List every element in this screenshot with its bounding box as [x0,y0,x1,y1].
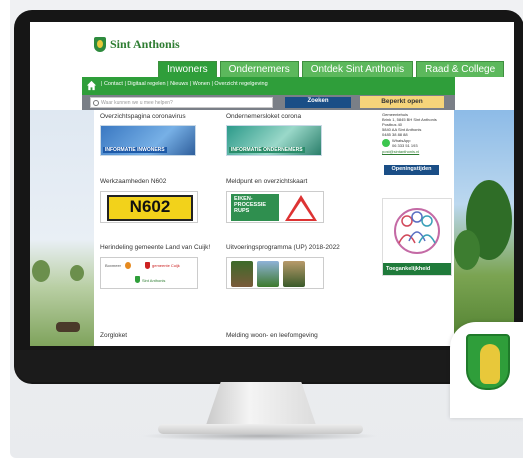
card-title: Melding woon- en leefomgeving [226,332,318,339]
sint-anthonis-shield-icon [135,276,140,283]
search-icon [93,100,99,106]
beperkt-open-button[interactable]: Beperkt open [360,96,444,108]
screen: Sint Anthonis Inwoners Ondernemers Ontde… [30,22,514,346]
tree-icon [70,265,84,281]
monitor-base [158,424,363,434]
warning-triangle-inner [289,201,313,219]
search-placeholder: Waar kunnen we u mee helpen? [101,100,173,106]
search-bar: Waar kunnen we u mee helpen? Zoeken Bepe… [82,95,455,110]
card-herindeling[interactable]: Herindeling gemeente Land van Cuijk! Box… [100,244,218,289]
card-uitvoeringsprogramma[interactable]: Uitvoeringsprogramma (UP) 2018-2022 [226,244,344,289]
tab-raad-college[interactable]: Raad & College [416,61,505,77]
whatsapp-row[interactable]: WhatsApp 06 333 51 193 [382,138,450,148]
card-coronavirus[interactable]: Overzichtspagina coronavirus INFORMATIE … [100,113,218,156]
programme-icon [231,261,253,287]
eikenprocessierups-image[interactable]: EIKEN- PROCESSIE RUPS [226,191,324,223]
shield-logo-icon [94,37,106,52]
card-melding[interactable]: Melding woon- en leefomgeving [226,332,344,340]
n602-image[interactable]: N602 [100,191,198,223]
tree-icon [32,260,50,282]
card-n602[interactable]: Werkzaamheden N602 N602 [100,178,218,223]
toegankelijkheid-label: Toegankelijkheid [383,263,451,275]
home-icon[interactable] [86,80,97,91]
tab-ontdek[interactable]: Ontdek Sint Anthonis [301,61,414,77]
boxmeer-mark-icon [125,262,131,269]
card-title: Overzichtspagina coronavirus [100,113,186,120]
tab-inwoners[interactable]: Inwoners [158,61,217,77]
tab-ondernemers[interactable]: Ondernemers [219,61,299,77]
coat-of-arms-badge [450,322,523,418]
banner-ondernemers[interactable]: INFORMATIE ONDERNEMERS [226,125,322,156]
cuijk-shield-icon [145,262,150,269]
card-ondernemersloket[interactable]: Ondernemersloket corona INFORMATIE ONDER… [226,113,344,156]
openingstijden-button[interactable]: Openingstijden [384,165,439,175]
sidebar: Gemeentehuis Brink 1, 5845 BH Sint Antho… [380,110,454,346]
programme-icon [257,261,279,287]
tree-icon [454,230,480,270]
coat-of-arms-icon [466,334,510,390]
card-title: Uitvoeringsprogramma (UP) 2018-2022 [226,244,340,251]
programme-icon [283,261,305,287]
card-title: Herindeling gemeente Land van Cuijk! [100,244,211,251]
landscape-photo-right [454,110,514,346]
card-meldpunt[interactable]: Meldpunt en overzichtskaart EIKEN- PROCE… [226,178,344,223]
logo-cuijk: gemeente Cuijk [152,263,180,268]
toegankelijkheid-card[interactable]: Toegankelijkheid [382,198,452,276]
saint-figure-icon [480,344,500,384]
search-button[interactable]: Zoeken [285,97,351,108]
site-name: Sint Anthonis [110,37,180,51]
logo-boxmeer: Boxmeer [105,263,122,268]
card-title: Zorgloket [100,332,128,339]
whatsapp-number: 06 333 51 193 [392,143,418,148]
site-logo[interactable]: Sint Anthonis [94,37,180,52]
subnav-bar: | Contact | Digitaal regelen | Nieuws | … [82,77,455,95]
banner-label: INFORMATIE ONDERNEMERS [229,147,305,153]
logo-sint-anthonis: Sint Anthonis [142,278,166,283]
phone: 0485 38 88 88 [382,132,408,137]
stage: Sint Anthonis Inwoners Ondernemers Ontde… [0,0,523,458]
uitvoeringsprogramma-image[interactable] [226,257,324,289]
n602-sign: N602 [107,195,193,221]
herindeling-logos[interactable]: Boxmeer gemeente Cuijk Sint Anthonis [100,257,198,289]
horse-icon [56,322,80,332]
whatsapp-icon [382,139,390,147]
card-title: Meldpunt en overzichtskaart [226,178,308,185]
email-link[interactable]: post@sintanthonis.nl [382,149,450,154]
banner-label: INFORMATIE INWONERS [103,147,167,153]
eikenprocessierups-label: EIKEN- PROCESSIE RUPS [231,194,279,221]
banner-inwoners[interactable]: INFORMATIE INWONERS [100,125,196,156]
card-title: Werkzaamheden N602 [100,178,167,185]
landscape-photo-left [30,110,94,346]
monitor-stand [205,382,317,428]
card-title: Ondernemersloket corona [226,113,302,120]
search-input[interactable]: Waar kunnen we u mee helpen? [90,97,273,108]
subnav-links[interactable]: | Contact | Digitaal regelen | Nieuws | … [101,81,268,87]
site-header: Sint Anthonis Inwoners Ondernemers Ontde… [30,22,514,82]
monitor-bezel [14,350,523,382]
card-zorgloket[interactable]: Zorgloket [100,332,218,340]
main-content: Overzichtspagina coronavirus INFORMATIE … [94,110,454,346]
main-tabs: Inwoners Ondernemers Ontdek Sint Anthoni… [158,61,505,77]
accessibility-people-icon [394,208,440,254]
